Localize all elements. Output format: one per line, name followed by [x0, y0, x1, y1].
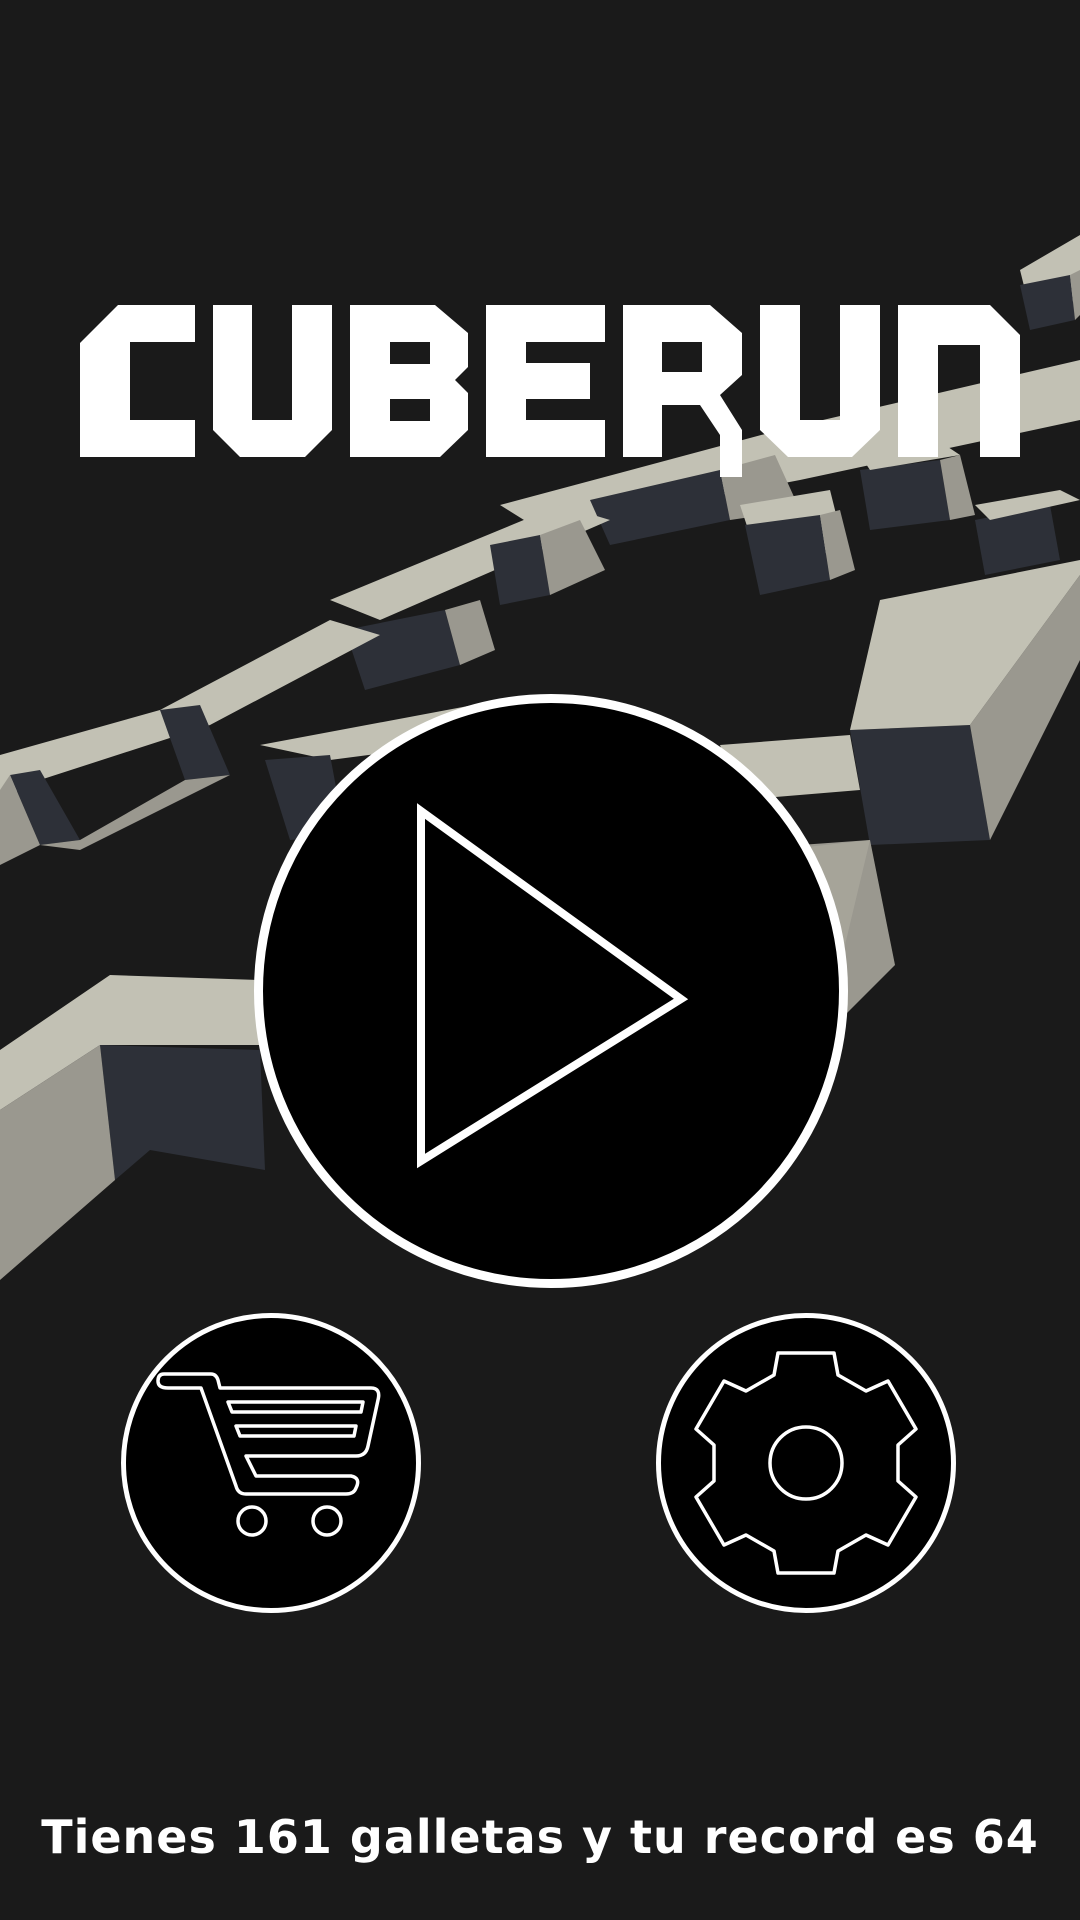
gear-icon: [694, 1351, 918, 1575]
cookies-and-record-status: Tienes 161 galletas y tu record es 64: [41, 1810, 1039, 1864]
settings-button[interactable]: [656, 1313, 956, 1613]
main-menu-screen: Tienes 161 galletas y tu record es 64: [0, 0, 1080, 1920]
cuberun-logo: [80, 305, 1020, 477]
play-button[interactable]: [254, 694, 848, 1288]
play-triangle-icon: [417, 803, 689, 1169]
shopping-cart-icon: [156, 1372, 381, 1537]
shop-button[interactable]: [121, 1313, 421, 1613]
